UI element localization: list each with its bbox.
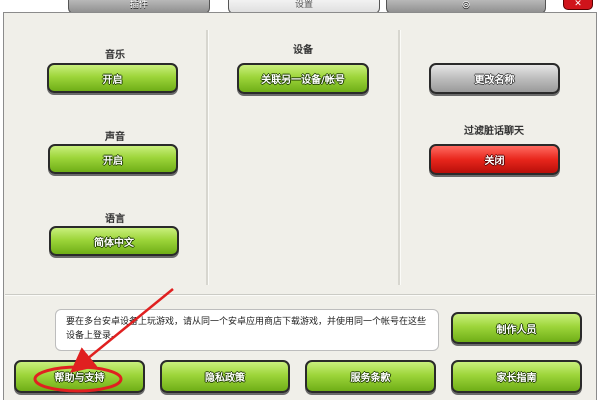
chat-filter-button[interactable]: 关闭 [429, 144, 560, 175]
sound-label: 声音 [105, 132, 125, 143]
link-device-button[interactable]: 关联另一设备/帐号 [237, 63, 369, 94]
help-support-button[interactable]: 帮助与支持 [14, 360, 145, 393]
music-toggle-button[interactable]: 开启 [47, 63, 178, 93]
change-name-button[interactable]: 更改名称 [429, 63, 560, 94]
sound-toggle-button[interactable]: 开启 [48, 144, 178, 174]
music-label: 音乐 [105, 50, 125, 61]
language-label: 语言 [105, 214, 125, 225]
column-divider-right [398, 30, 401, 285]
chat-filter-label: 过滤脏话聊天 [464, 126, 524, 137]
section-separator [5, 294, 595, 296]
terms-of-service-button[interactable]: 服务条款 [305, 360, 436, 393]
language-button[interactable]: 简体中文 [49, 226, 179, 256]
column-divider-left [206, 30, 209, 285]
device-label: 设备 [293, 45, 313, 56]
close-icon[interactable]: ✕ [563, 0, 593, 10]
privacy-policy-button[interactable]: 隐私政策 [160, 360, 290, 393]
parents-guide-button[interactable]: 家长指南 [451, 360, 582, 393]
multi-device-notice: 要在多台安卓设备上玩游戏，请从同一个安卓应用商店下载游戏，并使用同一个帐号在这些… [55, 309, 439, 351]
credits-button[interactable]: 制作人员 [451, 312, 582, 344]
